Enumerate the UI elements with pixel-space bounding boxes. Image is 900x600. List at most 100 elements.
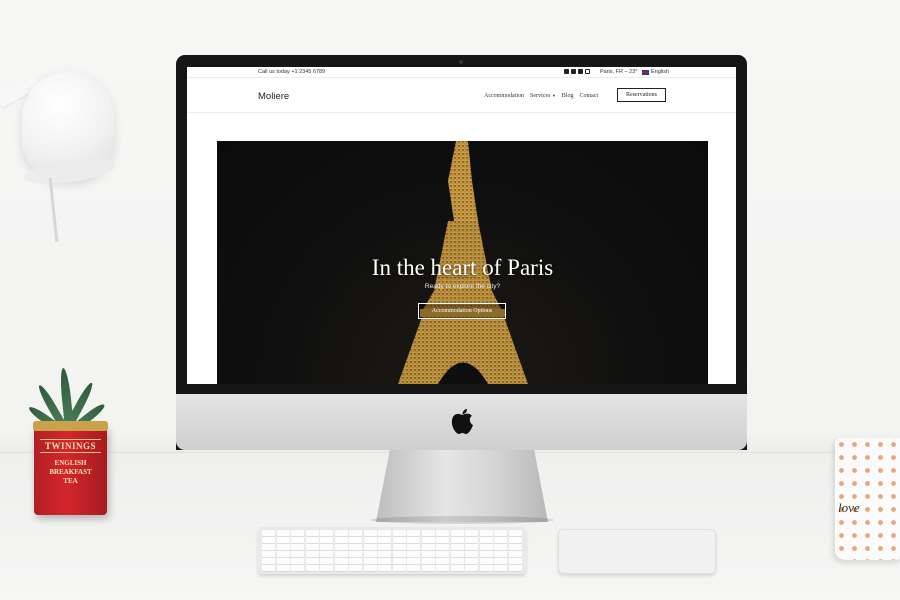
keyboard-key [421, 530, 435, 536]
weather-text: Paris, FR – 23° [600, 69, 638, 75]
keyboard-key [349, 544, 363, 550]
nav-item-contact[interactable]: Contact [579, 93, 598, 99]
keyboard-key [436, 544, 450, 550]
accommodation-options-button[interactable]: Accommodation Options [418, 303, 506, 319]
keyboard-key [320, 551, 334, 557]
keyboard-key [508, 537, 522, 543]
keyboard-key [363, 565, 377, 571]
keyboard-key [494, 544, 508, 550]
keyboard-key [494, 530, 508, 536]
keyboard-key [450, 551, 464, 557]
keyboard-key [465, 565, 479, 571]
keyboard-key [392, 537, 406, 543]
tin-label: TEA [63, 477, 78, 485]
keyboard-key [479, 565, 493, 571]
keyboard-key [465, 558, 479, 564]
apple-logo-icon [451, 409, 473, 434]
keyboard-key [378, 551, 392, 557]
keyboard-key [378, 530, 392, 536]
keyboard-key [363, 544, 377, 550]
keyboard-key [305, 558, 319, 564]
keyboard-key [320, 558, 334, 564]
keyboard-key [508, 558, 522, 564]
keyboard-key [450, 558, 464, 564]
nav-item-label: Services [530, 93, 551, 99]
instagram-icon[interactable] [578, 69, 583, 74]
nav-item-blog[interactable]: Blog [562, 93, 574, 99]
keyboard-key [436, 537, 450, 543]
keyboard-key [494, 565, 508, 571]
imac-stand [376, 450, 548, 522]
tin-label: ENGLISH [54, 459, 87, 467]
keyboard-key [407, 537, 421, 543]
keyboard-key [276, 544, 290, 550]
keyboard-key [305, 530, 319, 536]
hero-subtitle: Ready to explore the city? [424, 283, 501, 290]
tea-tin: TWININGS ENGLISH BREAKFAST TEA [33, 421, 108, 515]
keyboard-key [421, 565, 435, 571]
uk-flag-icon [642, 69, 649, 75]
keyboard-key [465, 530, 479, 536]
nav-item-accommodation[interactable]: Accommodation [484, 93, 524, 99]
keyboard-key [378, 558, 392, 564]
main-navbar: Moliere Accommodation Services ▼ Blog Co… [187, 79, 736, 113]
keyboard-key [465, 537, 479, 543]
keyboard-key [436, 565, 450, 571]
keyboard-key [421, 544, 435, 550]
keyboard-key [392, 565, 406, 571]
keyboard-key [407, 544, 421, 550]
keyboard-key [479, 530, 493, 536]
keyboard-key [421, 558, 435, 564]
facebook-icon[interactable] [564, 69, 569, 74]
website-screen: Call us today +1 2345 6789 Paris, FR – 2… [187, 67, 736, 384]
keyboard-key [508, 544, 522, 550]
keyboard-key [465, 544, 479, 550]
hero-title: In the heart of Paris [371, 255, 554, 280]
keyboard-key [349, 558, 363, 564]
reservations-button[interactable]: Reservations [617, 88, 666, 102]
keyboard-key [436, 530, 450, 536]
keyboard-key [262, 530, 276, 536]
keyboard-key [378, 537, 392, 543]
keyboard-key [349, 530, 363, 536]
tin-rim [33, 421, 108, 431]
keyboard-key [262, 537, 276, 543]
brand-logo[interactable]: Moliere [258, 91, 289, 102]
keyboard-key [305, 565, 319, 571]
polka-dot-mug [835, 438, 900, 560]
keyboard-key [378, 544, 392, 550]
mug-text: love [838, 500, 860, 515]
keyboard-key [392, 544, 406, 550]
top-bar: Call us today +1 2345 6789 Paris, FR – 2… [187, 67, 736, 78]
keyboard-key [407, 558, 421, 564]
email-icon[interactable] [585, 69, 590, 74]
keyboard-key [334, 558, 348, 564]
keyboard-key [305, 537, 319, 543]
keyboard-key [436, 551, 450, 557]
keyboard-key [479, 537, 493, 543]
keyboard-key [363, 558, 377, 564]
keyboard-key [262, 558, 276, 564]
keyboard-key [349, 551, 363, 557]
language-selector[interactable]: English [642, 69, 669, 75]
keyboard-key [494, 537, 508, 543]
desk-scene: TWININGS ENGLISH BREAKFAST TEA love Call… [0, 0, 900, 600]
twitter-icon[interactable] [571, 69, 576, 74]
keyboard-key [291, 551, 305, 557]
keyboard-key [305, 551, 319, 557]
nav-item-services[interactable]: Services ▼ [530, 93, 556, 99]
keyboard-key [291, 544, 305, 550]
chevron-down-icon: ▼ [551, 93, 556, 98]
keyboard-key [450, 537, 464, 543]
lamp-stick [48, 178, 59, 242]
keyboard-key [479, 558, 493, 564]
keyboard-key [508, 530, 522, 536]
keyboard-key [421, 551, 435, 557]
keyboard-key [479, 551, 493, 557]
keyboard-key [407, 530, 421, 536]
tin-brand: TWININGS [40, 439, 101, 453]
keyboard-key [363, 530, 377, 536]
keyboard-key [334, 565, 348, 571]
keyboard-key [291, 537, 305, 543]
keyboard-key [392, 558, 406, 564]
